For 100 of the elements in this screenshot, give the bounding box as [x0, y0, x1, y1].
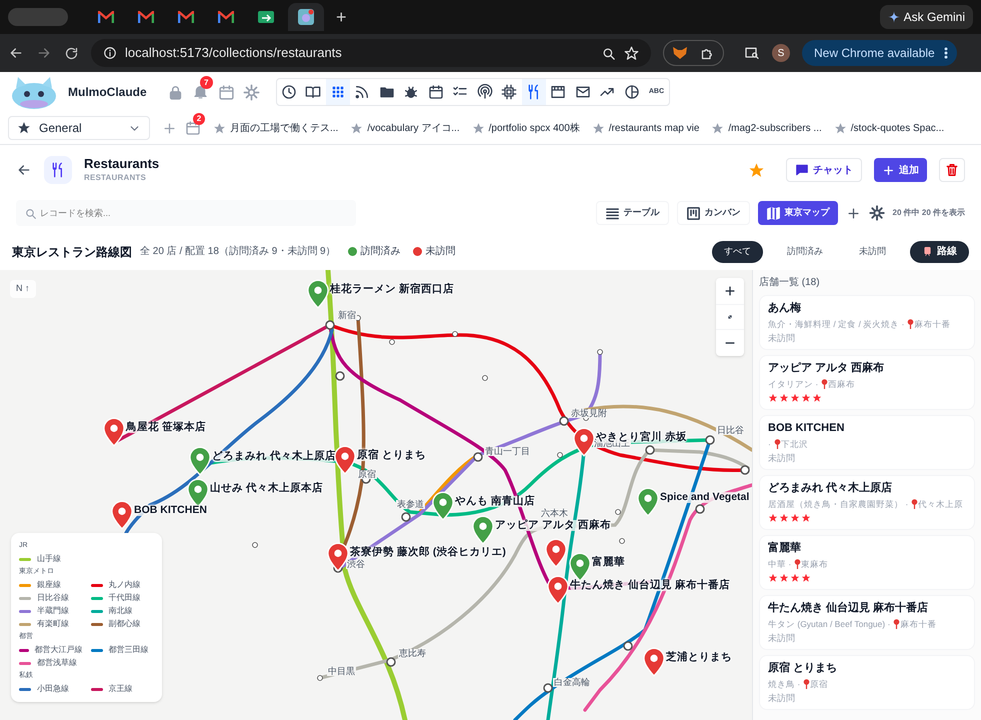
station-marker — [317, 675, 323, 681]
bookmark-link[interactable]: 月面の工場で働くテス... — [213, 120, 338, 136]
search-field[interactable]: レコードを検索... — [16, 200, 356, 226]
zoom-icon — [601, 46, 616, 60]
sheet-icon — [258, 11, 274, 23]
filter-tab[interactable]: 訪問済み — [775, 240, 835, 262]
new-tab-button[interactable]: + — [328, 4, 355, 30]
view-tab[interactable]: テーブル — [596, 201, 669, 225]
toolbar-button[interactable] — [522, 79, 546, 105]
pin-label: 山せみ 代々木上原本店 — [210, 483, 323, 494]
train-icon — [922, 246, 933, 257]
record-count: 20 件中 20 件を表示 — [892, 207, 965, 219]
restaurant-area: 代々木上原 — [918, 498, 964, 510]
restaurant-name: 牛たん焼き 仙台辺見 麻布十番店 — [768, 601, 930, 616]
search-icon — [24, 207, 37, 220]
map-pin[interactable] — [189, 446, 211, 476]
restaurant-name: どろまみれ 代々木上原店 — [768, 481, 894, 496]
bookmark-star-icon — [624, 46, 639, 60]
count-badge: 2 — [193, 113, 205, 125]
zoom-in-button[interactable]: + — [716, 278, 744, 304]
profile-avatar[interactable]: S — [772, 44, 790, 62]
mail-logo-icon — [178, 11, 194, 23]
station-label: 表参道 — [396, 500, 425, 509]
update-chrome-button[interactable]: New Chrome available — [802, 40, 957, 66]
delete-button[interactable] — [939, 158, 965, 182]
restaurant-category: 焼き鳥 · — [768, 678, 800, 690]
legend-label: 未訪問 — [426, 244, 456, 259]
bookmark-link[interactable]: /restaurants map vie — [592, 120, 700, 136]
map-pin[interactable] — [103, 417, 125, 447]
restaurant-category: · — [768, 438, 771, 450]
view-tab[interactable]: カンバン — [676, 201, 750, 225]
restaurant-card[interactable]: 牛たん焼き 仙台辺見 麻布十番店 牛タン (Gyutan / Beef Tongue) · 麻布十番 未訪問 — [759, 595, 975, 650]
pin-label: やんも 南青山店 — [455, 496, 535, 506]
station-marker — [401, 512, 411, 522]
visit-status: 未訪問 — [768, 692, 796, 704]
line-name: 山手線 — [37, 554, 61, 564]
bookmark-link[interactable]: /vocabulary アイコ... — [350, 120, 460, 136]
restaurant-card[interactable]: アッピア アルタ 西麻布 イタリアン · 西麻布 — [759, 355, 975, 410]
location-pin-icon — [774, 439, 781, 449]
mail-logo-icon — [138, 11, 154, 23]
restaurant-card[interactable]: 富麗華 中華 · 東麻布 — [759, 535, 975, 590]
bookmark-link[interactable]: /portfolio spcx 400株 — [472, 120, 580, 136]
bookmark-link[interactable]: /stock-quotes Spac... — [834, 120, 944, 136]
app-name: MulmoClaude — [68, 84, 147, 101]
filter-tab[interactable]: 未訪問 — [847, 240, 898, 262]
add-icon — [162, 120, 177, 136]
station-marker — [559, 416, 569, 426]
chip-icon — [501, 84, 518, 100]
location-pin-icon — [907, 319, 914, 329]
line-name: 千代田線 — [108, 593, 140, 603]
station-marker — [623, 641, 633, 651]
page-title: Restaurants — [84, 156, 160, 172]
line-name: 日比谷線 — [37, 593, 69, 603]
notification-badge: 7 — [200, 76, 213, 89]
restaurant-card[interactable]: どろまみれ 代々木上原店 居酒屋（焼き鳥・自家農園野菜） · 代々木上原 — [759, 475, 975, 530]
line-name: 都営三田線 — [108, 645, 148, 655]
fox-icon[interactable] — [672, 46, 688, 60]
location-pin-icon — [821, 379, 828, 389]
add-button[interactable]: 追加 — [874, 158, 927, 182]
film-icon — [550, 84, 566, 100]
browser-tab[interactable] — [288, 3, 324, 31]
location-pin-icon — [803, 679, 810, 689]
ask-gemini-button[interactable]: Ask Gemini — [880, 5, 973, 29]
pin-label: アッピア アルタ 西麻布 — [495, 520, 611, 530]
workspace-dropdown[interactable]: General — [8, 116, 150, 140]
toolbar-button[interactable] — [326, 79, 350, 105]
restaurant-area: 麻布十番 — [914, 318, 950, 330]
station-marker — [543, 683, 553, 693]
calendar-icon — [185, 120, 201, 136]
map-pin[interactable] — [327, 542, 349, 572]
pin-label: 桂花ラーメン 新宿西口店 — [330, 284, 454, 294]
mail-logo-icon — [98, 11, 114, 23]
lines-toggle[interactable]: 路線 — [910, 240, 969, 262]
zoom-out-button[interactable]: − — [716, 330, 744, 356]
restaurant-name: あん梅 — [768, 301, 802, 316]
station-marker — [705, 435, 715, 445]
restaurant-card[interactable]: BOB KITCHEN · 下北沢 未訪問 — [759, 415, 975, 470]
station-label: 白金高輪 — [553, 678, 591, 687]
station-label: 中目黒 — [327, 667, 356, 676]
address-bar[interactable]: localhost:5173/collections/restaurants — [91, 39, 651, 67]
restaurant-card[interactable]: 原宿 とりまち 焼き鳥 · 原宿 未訪問 — [759, 655, 975, 710]
filter-tab[interactable]: すべて — [712, 240, 763, 262]
map-pin[interactable] — [111, 500, 133, 530]
restaurant-card[interactable]: あん梅 魚介・海鮮料理 / 定食 / 炭火焼き · 麻布十番 未訪問 — [759, 295, 975, 350]
list-icon — [604, 206, 620, 220]
restaurant-category: 中華 · — [768, 558, 792, 570]
settings-icon — [868, 205, 885, 221]
bookmark-link[interactable]: /mag2-subscribers ... — [711, 120, 822, 136]
rss-icon — [354, 84, 370, 100]
line-name: 都営浅草線 — [37, 658, 77, 668]
restaurant-name: 原宿 とりまち — [768, 661, 838, 676]
chat-button[interactable]: チャット — [786, 158, 862, 182]
tab-search-icon — [744, 45, 760, 61]
station-marker — [386, 657, 396, 667]
restaurant-area: 原宿 — [810, 678, 828, 690]
view-tab[interactable]: 東京マップ — [758, 201, 838, 225]
star-icon — [472, 122, 485, 134]
pin-label: どろまみれ 代々木上原店 — [212, 451, 336, 462]
grid-icon — [330, 84, 346, 100]
star-icon — [350, 122, 364, 134]
